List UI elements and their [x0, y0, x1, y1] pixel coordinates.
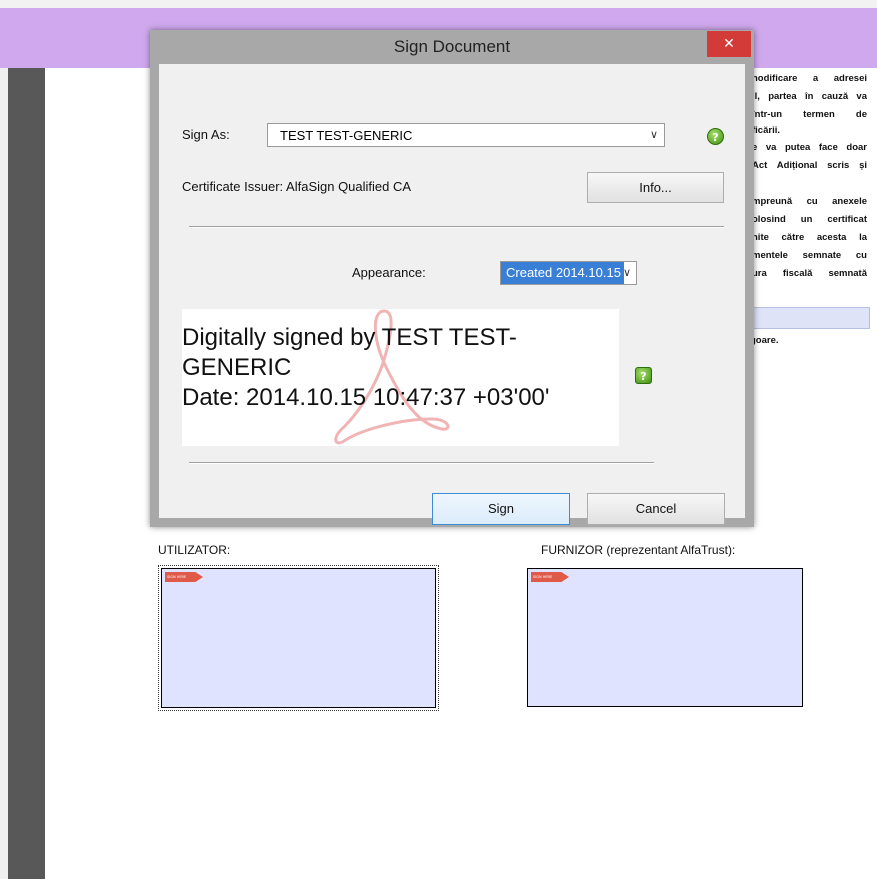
appearance-value: Created 2014.10.15: [501, 262, 624, 284]
help-icon[interactable]: ?: [635, 367, 652, 384]
doc-text-line: mpreună cu anexele: [752, 196, 867, 207]
navigation-pane: [8, 68, 45, 879]
preview-text: Digitally signed by TEST TEST- GENERIC D…: [182, 323, 549, 413]
signature-field-utilizator[interactable]: SIGN HERE: [158, 565, 439, 711]
signature-field-furnizor[interactable]: SIGN HERE: [527, 568, 803, 707]
sign-document-dialog: Sign Document ✕ Sign As: TEST TEST-GENER…: [150, 30, 754, 527]
chevron-down-icon: ∨: [649, 128, 658, 141]
furnizor-label: FURNIZOR (reprezentant AlfaTrust):: [541, 543, 736, 557]
doc-text-line: goare.: [750, 335, 779, 346]
sign-here-tag-icon: SIGN HERE: [165, 572, 203, 582]
help-icon[interactable]: ?: [707, 128, 724, 145]
utilizator-label: UTILIZATOR:: [158, 543, 231, 557]
close-icon[interactable]: ✕: [707, 31, 751, 57]
dialog-body: Sign As: TEST TEST-GENERIC ∨ ? Certifica…: [159, 64, 745, 525]
left-gutter: [0, 68, 8, 879]
sign-here-tag-icon: SIGN HERE: [531, 572, 569, 582]
appearance-dropdown[interactable]: Created 2014.10.15 ∨: [500, 261, 637, 285]
info-button[interactable]: Info...: [587, 172, 724, 203]
doc-text-line: mentele semnate cu: [752, 250, 867, 261]
doc-text-line: e va putea face doar: [752, 142, 867, 153]
doc-text-line: ura fiscală semnată: [752, 268, 867, 279]
doc-text-line: nodificare a adresei: [752, 73, 867, 84]
doc-text-line: Act Adițional scris și: [752, 160, 867, 171]
sign-as-dropdown[interactable]: TEST TEST-GENERIC ∨: [267, 123, 665, 147]
sign-button[interactable]: Sign: [432, 493, 570, 525]
preview-line-3: Date: 2014.10.15 10:47:37 +03'00': [182, 384, 550, 411]
sign-as-value: TEST TEST-GENERIC: [280, 128, 413, 143]
chevron-down-icon: ∨: [622, 266, 631, 279]
doc-text-line: ficării.: [752, 125, 780, 136]
cancel-button[interactable]: Cancel: [587, 493, 725, 525]
doc-text-line: nite către acesta la: [752, 232, 867, 243]
signature-preview: Digitally signed by TEST TEST- GENERIC D…: [182, 309, 619, 446]
dialog-title: Sign Document: [393, 37, 511, 56]
preview-line-1: Digitally signed by TEST TEST-: [182, 324, 517, 351]
doc-text-line: il, partea în cauză va: [752, 91, 867, 102]
appearance-label: Appearance:: [352, 265, 426, 280]
separator: [189, 226, 724, 228]
separator: [189, 462, 654, 464]
doc-text-line: într-un termen de: [752, 109, 867, 120]
certificate-issuer-label: Certificate Issuer: AlfaSign Qualified C…: [182, 179, 412, 194]
doc-text-line: olosind un certificat: [752, 214, 867, 225]
sign-as-label: Sign As:: [182, 127, 230, 142]
preview-line-2: GENERIC: [182, 354, 292, 381]
document-form-field[interactable]: [748, 307, 870, 329]
